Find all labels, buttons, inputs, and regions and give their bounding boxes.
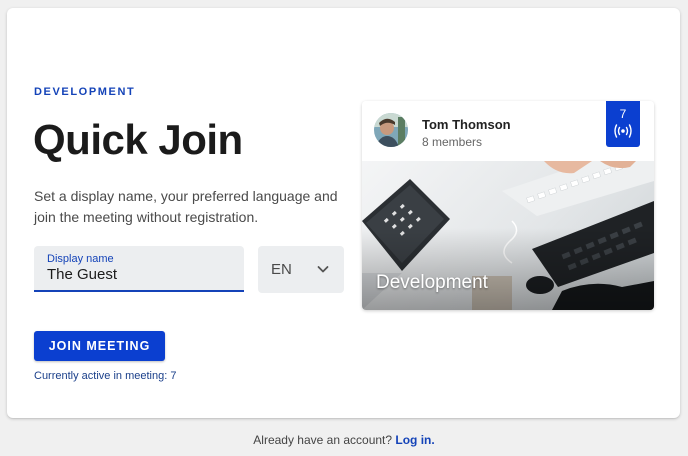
active-participants-text: Currently active in meeting: 7 [34, 370, 177, 382]
join-meeting-button[interactable]: JOIN MEETING [34, 331, 165, 361]
member-count: 8 members [422, 135, 483, 149]
meeting-preview-card[interactable]: Tom Thomson 8 members 7 Development [362, 101, 654, 310]
language-select[interactable]: EN [258, 246, 344, 293]
category-label: DEVELOPMENT [34, 86, 136, 98]
quick-join-card: DEVELOPMENT Quick Join Set a display nam… [7, 8, 680, 418]
login-prompt: Already have an account? Log in. [0, 433, 688, 447]
meeting-image-title: Development [376, 272, 488, 293]
broadcast-icon [614, 124, 632, 138]
login-prompt-text: Already have an account? [253, 433, 393, 447]
meeting-card-header: Tom Thomson 8 members 7 [362, 101, 654, 161]
chevron-down-icon [317, 266, 329, 273]
page-title: Quick Join [33, 116, 243, 163]
display-name-input[interactable] [47, 266, 227, 283]
live-participants-badge: 7 [606, 101, 640, 147]
avatar [374, 113, 408, 147]
language-value: EN [271, 261, 292, 278]
host-name: Tom Thomson [422, 117, 511, 132]
login-link[interactable]: Log in. [395, 433, 434, 447]
page-description: Set a display name, your preferred langu… [34, 188, 338, 225]
display-name-label: Display name [47, 253, 114, 265]
meeting-cover-image: Development [362, 161, 654, 310]
display-name-field[interactable]: Display name [34, 246, 244, 292]
live-count: 7 [619, 107, 627, 121]
